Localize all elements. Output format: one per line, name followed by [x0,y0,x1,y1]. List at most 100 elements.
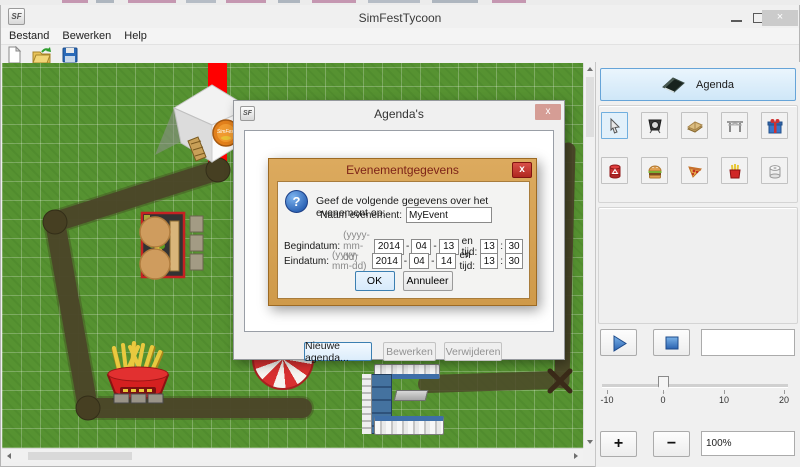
tool-pizza[interactable] [681,157,708,184]
event-dialog-buttons: OK Annuleer [278,271,529,291]
stop-button[interactable] [653,329,690,356]
chevron-down-icon[interactable] [587,440,593,444]
slider-tick [724,390,725,394]
artifact [278,0,300,3]
tool-hamburger[interactable] [641,157,668,184]
menu-bewerken[interactable]: Bewerken [62,30,111,42]
agenda-list-panel [598,207,798,324]
open-file-icon [32,46,52,64]
slider-label: -10 [595,395,619,405]
chevron-up-icon[interactable] [587,67,593,71]
artifact [432,0,478,3]
tool-spotlight[interactable] [641,112,668,139]
zoom-out-button[interactable]: − [653,431,690,457]
save-file-button[interactable] [60,46,80,64]
play-icon [609,333,629,353]
tool-pallet[interactable] [681,112,708,139]
hamburger-stand [140,213,184,279]
agendas-dialog-titlebar[interactable]: SF Agenda's x [234,101,564,127]
artifact [62,0,88,3]
fries-icon [726,162,744,180]
tool-cursor[interactable] [601,112,628,139]
event-data-dialog: Evenementgegevens x ? Geef de volgende g… [268,158,537,306]
agenda-button[interactable]: Agenda [600,68,796,101]
tool-stage[interactable] [721,112,748,139]
bench [190,216,203,270]
horizontal-scroll-thumb[interactable] [28,452,132,460]
titlebar[interactable]: SF SimFestTycoon × [1,5,799,28]
speed-slider-track[interactable] [602,384,788,388]
edit-agenda-button: Bewerken [383,342,436,361]
slider-label: 0 [651,395,675,405]
delete-agenda-button: Verwijderen [444,342,502,361]
open-file-button[interactable] [32,46,52,64]
slider-label: 10 [712,395,736,405]
ok-button[interactable]: OK [355,271,395,291]
zoom-in-button[interactable]: + [600,431,637,457]
artifact [492,0,526,3]
chevron-right-icon[interactable] [574,453,578,459]
menubar: Bestand Bewerken Help [1,28,799,45]
minus-icon: − [667,436,676,452]
vertical-scroll-thumb[interactable] [586,77,594,137]
end-month-input[interactable] [409,253,429,269]
end-date-label: Eindatum: [284,256,329,267]
spotlight-icon [646,117,664,135]
artifact [96,0,114,3]
agendas-dialog-close-button[interactable]: x [535,104,561,120]
artifact [226,0,266,3]
save-icon [61,46,79,64]
tool-gift[interactable] [761,112,788,139]
time-separator: : [500,256,503,267]
end-date-row: Eindatum: (yyyy-mm-dd) - - en tijd: : [284,250,523,272]
slider-label: 20 [772,395,796,405]
gift-icon [766,117,784,135]
status-readout [701,329,795,356]
slider-tick [607,390,608,394]
toilet-roll-icon [766,162,784,180]
tool-toilet-roll[interactable] [761,157,788,184]
artifact [368,0,420,3]
event-dialog-close-button[interactable]: x [512,162,532,178]
pizza-icon [686,162,704,180]
artifact [186,0,216,3]
new-agenda-button[interactable]: Nieuwe agenda... [304,342,372,361]
agendas-dialog-title: Agenda's [234,107,564,121]
date-separator: - [404,256,407,267]
event-name-input[interactable] [406,207,492,223]
end-day-input[interactable] [436,253,456,269]
stop-icon [663,334,681,352]
picnic-bench [114,394,163,403]
bench [394,390,429,401]
tool-fries[interactable] [721,157,748,184]
minimize-icon[interactable] [731,20,742,22]
new-file-icon [5,46,23,64]
hamburger-icon [646,162,664,180]
plus-icon: + [614,436,623,452]
menu-bestand[interactable]: Bestand [9,30,49,42]
side-panel: Agenda [595,62,800,467]
chevron-left-icon[interactable] [7,453,11,459]
barrel-fence [374,416,444,435]
map-vertical-scrollbar[interactable] [583,63,595,448]
cancel-button[interactable]: Annuleer [403,271,453,291]
event-dialog-body: ? Geef de volgende gegevens over het eve… [277,181,530,299]
slider-tick [784,390,785,394]
time-label: en tijd: [459,250,477,272]
stage-icon [726,117,744,135]
end-minute-input[interactable] [505,253,523,269]
menu-help[interactable]: Help [124,30,147,42]
play-button[interactable] [600,329,637,356]
event-name-label: Naam evenement: [320,210,402,221]
barrel-fence [362,374,372,434]
tool-trash-can[interactable] [601,157,628,184]
artifact [312,0,356,3]
end-hour-input[interactable] [480,253,498,269]
end-year-input[interactable] [372,253,402,269]
new-file-button[interactable] [4,46,24,64]
zoom-level-field[interactable]: 100% [701,431,795,456]
pallet-icon [686,117,704,135]
map-horizontal-scrollbar[interactable] [2,448,583,462]
date-separator: - [431,256,434,267]
close-button[interactable]: × [762,10,798,26]
